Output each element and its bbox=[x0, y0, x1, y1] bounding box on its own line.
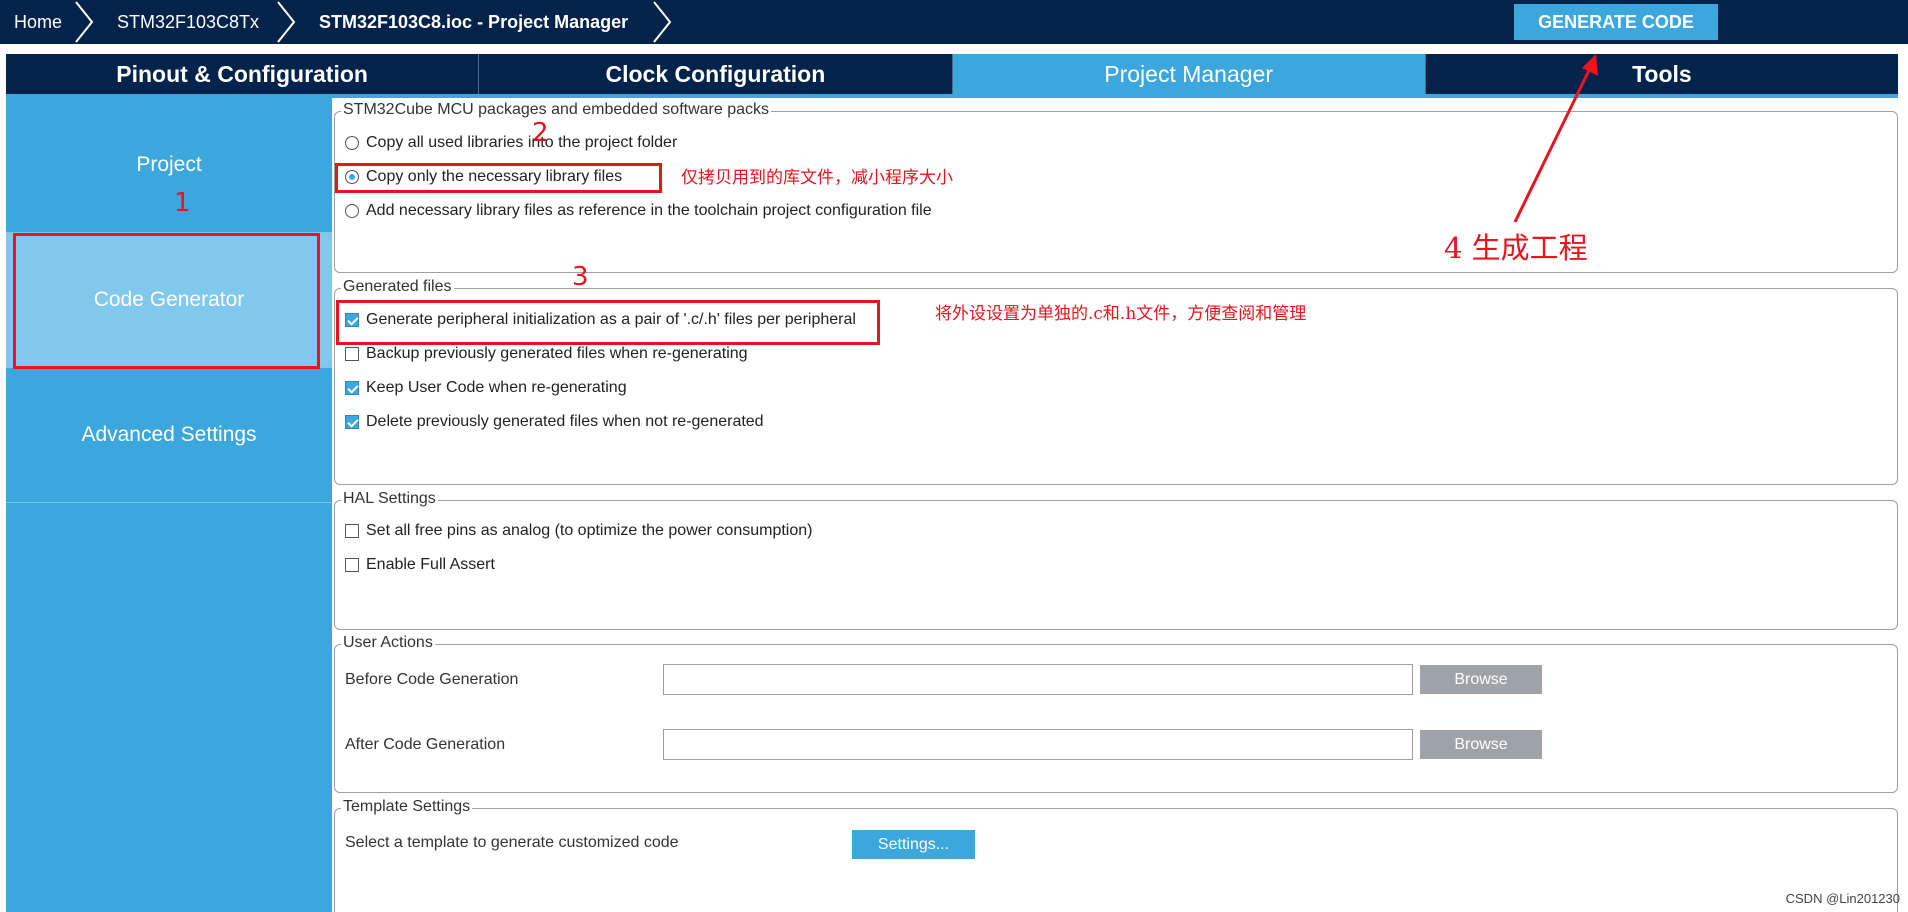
template-settings-group: Template Settings Select a template to g… bbox=[334, 798, 1898, 912]
chevron-right-icon bbox=[75, 1, 94, 43]
tab-project-manager[interactable]: Project Manager bbox=[952, 54, 1426, 94]
group-title: Generated files bbox=[341, 278, 454, 296]
group-title: User Actions bbox=[341, 634, 435, 652]
option-label: Keep User Code when re-generating bbox=[366, 379, 627, 396]
group-title: STM32Cube MCU packages and embedded soft… bbox=[341, 101, 771, 119]
backup-files-checkbox[interactable]: Backup previously generated files when r… bbox=[345, 343, 748, 365]
option-label: Add necessary library files as reference… bbox=[366, 202, 932, 219]
add-as-reference-radio[interactable]: Add necessary library files as reference… bbox=[345, 200, 932, 222]
option-label: Delete previously generated files when n… bbox=[366, 413, 764, 430]
keep-user-code-checkbox[interactable]: Keep User Code when re-generating bbox=[345, 377, 627, 399]
after-generation-input[interactable] bbox=[663, 729, 1413, 760]
annotation-note-peripheral-pair: 将外设设置为单独的.c和.h文件，方便查阅和管理 bbox=[935, 304, 1307, 324]
copy-all-libraries-radio[interactable]: Copy all used libraries into the project… bbox=[345, 132, 677, 154]
sidebar-item-label: Project bbox=[136, 153, 202, 176]
before-generation-label: Before Code Generation bbox=[345, 671, 519, 688]
after-generation-label: After Code Generation bbox=[345, 736, 506, 753]
option-label: Backup previously generated files when r… bbox=[366, 345, 748, 362]
annotation-box-peripheral-pair bbox=[336, 300, 880, 345]
breadcrumb-mcu[interactable]: STM32F103C8Tx bbox=[117, 0, 259, 44]
breadcrumb: Home STM32F103C8Tx STM32F103C8.ioc - Pro… bbox=[0, 0, 1908, 44]
delete-generated-files-checkbox[interactable]: Delete previously generated files when n… bbox=[345, 411, 764, 433]
generate-code-button[interactable]: GENERATE CODE bbox=[1514, 4, 1718, 40]
checkbox-icon bbox=[345, 524, 359, 538]
main-tabs: Pinout & Configuration Clock Configurati… bbox=[6, 54, 1898, 94]
annotation-box-code-generator bbox=[13, 233, 320, 369]
checkbox-checked-icon bbox=[345, 381, 359, 395]
annotation-note-copy-necessary: 仅拷贝用到的库文件，减小程序大小 bbox=[681, 168, 953, 188]
chevron-right-icon bbox=[277, 1, 296, 43]
after-browse-button[interactable]: Browse bbox=[1420, 730, 1542, 759]
option-label: Enable Full Assert bbox=[366, 556, 495, 573]
radio-icon bbox=[345, 204, 359, 218]
tab-clock-configuration[interactable]: Clock Configuration bbox=[479, 54, 953, 94]
sidebar-item-project[interactable]: Project bbox=[6, 98, 332, 233]
free-pins-analog-checkbox[interactable]: Set all free pins as analog (to optimize… bbox=[345, 520, 812, 542]
annotation-number-3: 3 bbox=[572, 262, 589, 292]
user-actions-group: User Actions Before Code Generation Brow… bbox=[334, 634, 1898, 793]
watermark: CSDN @Lin201230 bbox=[1785, 891, 1900, 906]
annotation-number-2: 2 bbox=[532, 118, 549, 148]
radio-icon bbox=[345, 136, 359, 150]
group-title: Template Settings bbox=[341, 798, 473, 816]
tab-pinout-configuration[interactable]: Pinout & Configuration bbox=[6, 54, 480, 94]
tab-tools[interactable]: Tools bbox=[1425, 54, 1898, 94]
annotation-note-generate: 4 生成工程 bbox=[1444, 231, 1588, 265]
template-settings-button[interactable]: Settings... bbox=[852, 830, 975, 859]
option-label: Set all free pins as analog (to optimize… bbox=[366, 522, 813, 539]
breadcrumb-home[interactable]: Home bbox=[14, 0, 62, 44]
annotation-number-1: 1 bbox=[174, 188, 191, 218]
option-label: Copy all used libraries into the project… bbox=[366, 134, 678, 151]
app-window: Home STM32F103C8Tx STM32F103C8.ioc - Pro… bbox=[0, 0, 1908, 912]
template-label: Select a template to generate customized… bbox=[345, 834, 679, 851]
breadcrumb-current[interactable]: STM32F103C8.ioc - Project Manager bbox=[319, 0, 628, 44]
group-title: HAL Settings bbox=[341, 490, 438, 508]
checkbox-icon bbox=[345, 347, 359, 361]
before-browse-button[interactable]: Browse bbox=[1420, 665, 1542, 694]
sidebar: Project Code Generator Advanced Settings bbox=[6, 98, 332, 912]
enable-full-assert-checkbox[interactable]: Enable Full Assert bbox=[345, 554, 495, 576]
chevron-right-icon bbox=[653, 1, 672, 43]
annotation-box-copy-necessary bbox=[335, 163, 662, 193]
sidebar-item-advanced-settings[interactable]: Advanced Settings bbox=[6, 368, 332, 503]
sidebar-item-label: Advanced Settings bbox=[81, 423, 257, 446]
annotation-arrow-icon bbox=[1513, 54, 1598, 223]
checkbox-icon bbox=[345, 558, 359, 572]
hal-settings-group: HAL Settings Set all free pins as analog… bbox=[334, 490, 1898, 630]
checkbox-checked-icon bbox=[345, 415, 359, 429]
before-generation-input[interactable] bbox=[663, 664, 1413, 695]
